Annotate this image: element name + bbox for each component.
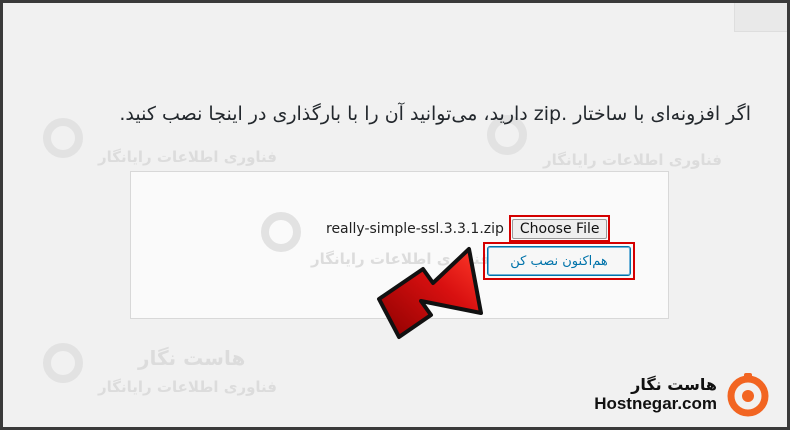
watermark-name: هاست نگار (138, 346, 246, 370)
brand-name-en: Hostnegar.com (594, 393, 717, 413)
red-arrow-icon (377, 247, 483, 339)
choose-file-button[interactable]: Choose File (511, 219, 608, 239)
watermark-subtitle: فناوری اطلاعات رایانگار (98, 378, 278, 396)
watermark-logo-icon (43, 343, 83, 383)
brand-name-fa: هاست نگار (631, 374, 717, 394)
top-corner-panel (734, 3, 787, 32)
hostnegar-logo-icon (727, 373, 769, 417)
watermark-subtitle: فناوری اطلاعات رایانگار (98, 148, 278, 166)
watermark-subtitle: فناوری اطلاعات رایانگار (543, 151, 723, 169)
brand-badge: هاست نگار Hostnegar.com (594, 371, 771, 417)
selected-file-name: really-simple-ssl.3.3.1.zip (326, 220, 504, 237)
watermark-logo-icon (261, 212, 301, 252)
watermark (43, 343, 83, 387)
brand-text: هاست نگار Hostnegar.com (594, 375, 717, 414)
upload-instructions: اگر افزونه‌ای با ساختار .zip دارید، می‌ت… (119, 103, 751, 125)
plugin-upload-screen: فناوری اطلاعات رایانگار فناوری اطلاعات ر… (3, 3, 787, 427)
watermark (261, 212, 301, 256)
choose-file-highlight: Choose File (508, 215, 611, 242)
file-input[interactable]: really-simple-ssl.3.3.1.zip Choose File (326, 215, 611, 242)
